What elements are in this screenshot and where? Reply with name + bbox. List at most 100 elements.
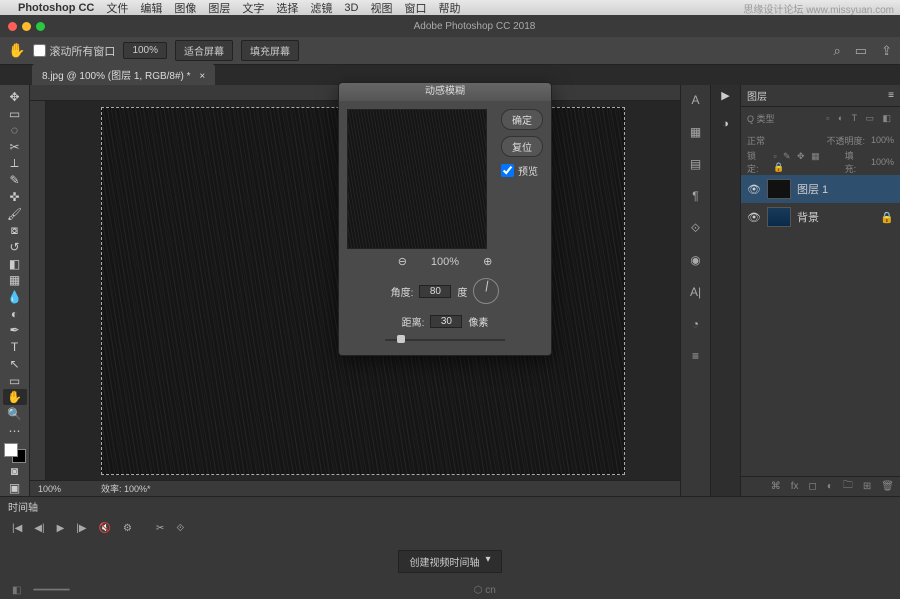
menu-layer[interactable]: 图层 (208, 0, 230, 16)
tl-split-icon[interactable]: ✂ (156, 523, 164, 534)
properties-panel-icon[interactable]: ≡ (685, 345, 707, 367)
angle-dial[interactable] (473, 278, 499, 304)
preview-checkbox[interactable]: 预览 (501, 163, 543, 178)
tl-next-frame-icon[interactable]: |▶ (76, 523, 86, 534)
visibility-icon[interactable]: 👁 (747, 211, 761, 224)
distance-slider[interactable] (385, 339, 505, 341)
layer-filter-kind[interactable]: Q 类型 (747, 112, 775, 125)
opacity-value[interactable]: 100% (871, 135, 894, 145)
swatches-panel-icon[interactable]: ▦ (685, 121, 707, 143)
window-close[interactable] (8, 22, 17, 31)
color-panel-icon[interactable]: ◔ (685, 313, 707, 335)
layer-group-icon[interactable]: 🗀 (843, 478, 853, 495)
new-layer-icon[interactable]: ⊞ (863, 481, 871, 492)
menu-help[interactable]: 帮助 (438, 0, 460, 16)
close-tab-icon[interactable]: × (199, 71, 205, 82)
angle-input[interactable] (419, 285, 451, 298)
foreground-color[interactable] (4, 443, 18, 457)
zoom-out-icon[interactable]: ⊖ (398, 255, 407, 268)
dodge-tool[interactable]: ◐ (3, 306, 27, 322)
menu-file[interactable]: 文件 (106, 0, 128, 16)
cc-icon[interactable]: ◑ (722, 118, 729, 130)
tl-mute-icon[interactable]: 🔇 (99, 523, 111, 534)
paragraph-panel-icon[interactable]: ¶ (685, 185, 707, 207)
adjustment-layer-icon[interactable]: ◐ (827, 481, 833, 492)
blend-mode-select[interactable]: 正常 (747, 134, 765, 147)
menu-image[interactable]: 图像 (174, 0, 196, 16)
layer-fx-icon[interactable]: fx (791, 481, 799, 492)
menu-filter[interactable]: 滤镜 (310, 0, 332, 16)
stamp-tool[interactable]: ⧇ (3, 223, 27, 239)
zoom-in-icon[interactable]: ⊕ (483, 255, 492, 268)
glyphs-panel-icon[interactable]: A| (685, 281, 707, 303)
layer-thumbnail[interactable] (767, 179, 791, 199)
search-icon[interactable]: ⌕ (834, 43, 841, 59)
menu-window[interactable]: 窗口 (404, 0, 426, 16)
tl-first-frame-icon[interactable]: |◀ (12, 523, 22, 534)
crop-tool[interactable]: ⟂ (3, 156, 27, 172)
fill-value[interactable]: 100% (871, 157, 894, 167)
visibility-icon[interactable]: 👁 (747, 183, 761, 196)
tl-prev-frame-icon[interactable]: ◀| (34, 523, 44, 534)
quick-select-tool[interactable]: ✂ (3, 139, 27, 155)
tl-transition-icon[interactable]: ⟐ (176, 523, 184, 534)
zoom-level-field[interactable]: 100% (123, 42, 167, 59)
history-brush-tool[interactable]: ↺ (3, 239, 27, 255)
type-tool[interactable]: T (3, 339, 27, 355)
menu-app-name[interactable]: Photoshop CC (18, 2, 94, 14)
tl-play-icon[interactable]: ▶ (57, 523, 65, 534)
share-icon[interactable]: ⇪ (881, 43, 892, 59)
play-icon[interactable]: ▶ (721, 89, 729, 102)
blur-tool[interactable]: 💧 (3, 289, 27, 305)
layer-name[interactable]: 背景 (797, 209, 819, 225)
layer-mask-icon[interactable]: ◻ (809, 481, 817, 492)
menu-type[interactable]: 文字 (242, 0, 264, 16)
quick-mask-toggle[interactable]: ◙ (3, 464, 27, 480)
lasso-tool[interactable]: ◌ (3, 122, 27, 138)
layers-tab[interactable]: 图层 (747, 88, 767, 103)
pen-tool[interactable]: ✒ (3, 323, 27, 339)
move-tool[interactable]: ✥ (3, 89, 27, 105)
layer-name[interactable]: 图层 1 (797, 181, 828, 197)
shape-tool[interactable]: ▭ (3, 373, 27, 389)
lock-icons[interactable]: ▫ ✎ ✥ ▦ 🔒 (773, 151, 838, 173)
menu-edit[interactable]: 编辑 (140, 0, 162, 16)
status-zoom[interactable]: 100% (38, 484, 61, 494)
menu-3d[interactable]: 3D (344, 2, 358, 14)
character-panel-icon[interactable]: A (685, 89, 707, 111)
screen-mode-toggle[interactable]: ▣ (3, 480, 27, 496)
layer-filter-icons[interactable]: ▫ ◐ T ▭ ◧ (826, 113, 894, 124)
window-maximize[interactable] (36, 22, 45, 31)
libraries-panel-icon[interactable]: ▤ (685, 153, 707, 175)
layer-thumbnail[interactable] (767, 207, 791, 227)
zoom-tool[interactable]: 🔍 (3, 406, 27, 422)
document-tab[interactable]: 8.jpg @ 100% (图层 1, RGB/8#) * × (32, 64, 215, 85)
fit-screen-button[interactable]: 适合屏幕 (175, 40, 233, 61)
timeline-tab[interactable]: 时间轴 (8, 503, 38, 514)
window-minimize[interactable] (22, 22, 31, 31)
healing-tool[interactable]: ✜ (3, 189, 27, 205)
panel-menu-icon[interactable]: ≡ (888, 90, 894, 101)
distance-input[interactable] (430, 315, 462, 328)
foreground-background-colors[interactable] (4, 443, 26, 462)
adjustments-panel-icon[interactable]: ◉ (685, 249, 707, 271)
brush-tool[interactable]: 🖌 (3, 206, 27, 222)
reset-button[interactable]: 复位 (501, 136, 543, 157)
tl-settings-icon[interactable]: ⚙ (123, 523, 132, 534)
create-video-timeline-button[interactable]: 创建视频时间轴 ▾ (398, 550, 501, 573)
edit-toolbar[interactable]: ⋯ (3, 423, 27, 439)
menu-select[interactable]: 选择 (276, 0, 298, 16)
layer-row[interactable]: 👁 背景 🔒 (741, 203, 900, 231)
marquee-tool[interactable]: ▭ (3, 106, 27, 122)
eraser-tool[interactable]: ◧ (3, 256, 27, 272)
scroll-all-windows-checkbox[interactable]: 滚动所有窗口 (33, 43, 115, 59)
fill-screen-button[interactable]: 填充屏幕 (241, 40, 299, 61)
brushes-panel-icon[interactable]: ⟐ (685, 217, 707, 239)
gradient-tool[interactable]: ▦ (3, 273, 27, 289)
layer-row[interactable]: 👁 图层 1 (741, 175, 900, 203)
path-select-tool[interactable]: ↖ (3, 356, 27, 372)
status-efficiency[interactable]: 效率: 100%* (101, 482, 151, 495)
delete-layer-icon[interactable]: 🗑 (881, 481, 894, 492)
hand-tool[interactable]: ✋ (3, 389, 27, 405)
link-layers-icon[interactable]: ⌘ (771, 481, 781, 492)
